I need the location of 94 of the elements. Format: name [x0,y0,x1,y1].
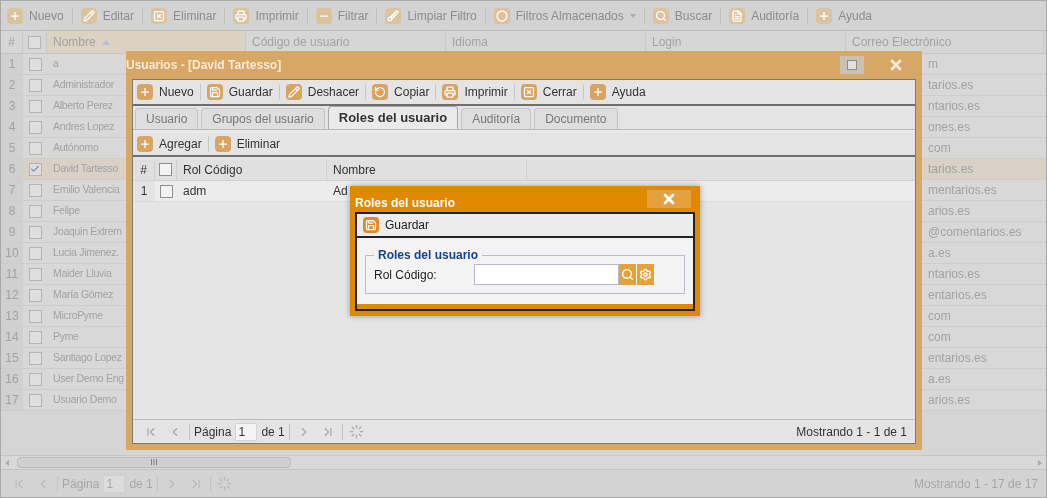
table-cell-text: adm [183,183,207,200]
column-header[interactable]: # [1,31,23,53]
close-icon [661,191,677,207]
toolbar-button[interactable]: Imprimir [231,4,301,27]
floppy-icon [206,84,223,100]
search-button[interactable] [619,264,636,285]
toolbar-button[interactable]: Deshacer [285,81,360,103]
tab[interactable]: Roles del usuario [327,106,459,129]
scroll-right-icon [1038,459,1042,466]
toolbar-button[interactable]: Auditoría [727,4,802,27]
checkbox[interactable] [28,288,42,302]
toolbar-button[interactable]: Filtros Almacenados [491,4,638,27]
checkbox[interactable] [28,141,42,155]
checkbox[interactable] [28,162,42,176]
column-label: Nombre [53,34,96,51]
search-icon [652,7,669,24]
toolbar-button[interactable]: Guardar [363,215,430,235]
page-total: de 1 [261,423,285,441]
checkbox[interactable] [28,330,42,344]
toolbar-button[interactable]: Ayuda [589,81,646,103]
input-field[interactable] [474,264,619,285]
checkbox[interactable] [28,246,42,260]
toolbar-button[interactable]: Nuevo [5,4,66,27]
toolbar-button[interactable]: Eliminar [214,133,281,155]
toolbar-button[interactable]: Limpiar Filtro [383,4,479,27]
horizontal-scrollbar[interactable]: III [1,455,1046,469]
restore-button[interactable] [840,56,864,74]
checkbox[interactable] [28,204,42,218]
fieldset-legend: Roles del usuario [374,246,483,264]
toolbar-button[interactable]: Imprimir [442,81,508,103]
checkbox[interactable] [28,35,41,49]
plus-icon [7,7,23,24]
checkbox[interactable] [28,267,42,281]
checkbox[interactable] [28,351,42,365]
toolbar-button[interactable]: Agregar [137,133,202,155]
toolbar-button[interactable]: Cerrar [520,81,577,103]
gear-button[interactable] [637,264,654,285]
toolbar-button[interactable]: Buscar [650,4,715,27]
pencil-icon [285,84,302,100]
close-icon [888,57,904,73]
checkbox[interactable] [28,372,42,386]
tab[interactable]: Auditoría [461,108,532,129]
row-number: 1 [140,183,148,200]
toolbar-button[interactable]: Editar [78,4,137,27]
checkbox[interactable] [28,57,42,71]
table-cell-text: Ad [333,183,348,200]
refresh-icon [217,476,233,491]
search-icon [621,268,634,281]
toolbar-button[interactable]: Guardar [206,81,273,103]
printer-icon [233,7,250,24]
field-label: Rol Código: [374,266,438,284]
toolbar-button[interactable]: Filtrar [313,4,371,27]
checkbox[interactable] [28,393,42,407]
toolbar-button[interactable]: Ayuda [814,4,874,27]
plus-icon [214,136,231,152]
paging-summary: Mostrando 1 - 1 de 1 [796,423,907,441]
checkbox[interactable] [28,99,42,113]
tab[interactable]: Usuario [135,108,199,129]
window-title: Usuarios - [David Tartesso] [126,57,282,74]
checkbox[interactable] [159,163,172,176]
x-icon [151,7,168,24]
floppy-icon [363,217,379,233]
document-icon [729,7,746,24]
close-button[interactable] [647,190,691,208]
checkbox[interactable] [28,225,42,239]
brush-icon [385,7,402,24]
scroll-thumb[interactable]: III [17,457,291,468]
pencil-icon [80,7,97,24]
refresh-icon [349,424,365,439]
column-label: # [8,34,15,51]
circle-icon [493,7,510,24]
column-header[interactable]: # [133,159,155,180]
plus-icon [137,136,153,152]
checkbox[interactable] [28,120,42,134]
page-label: Página [194,423,232,441]
checkbox[interactable] [28,309,42,323]
page-field[interactable]: 1 [235,422,258,441]
gear-icon [639,268,652,281]
printer-icon [442,84,459,100]
x-icon [520,84,537,100]
checkbox[interactable] [28,78,42,92]
restore-icon [847,60,857,70]
plus-icon [137,84,153,100]
column-header[interactable]: Rol Código [177,159,327,180]
column-header[interactable]: Nombre [327,159,527,180]
tab[interactable]: Grupos del usuario [201,108,325,129]
toolbar-button[interactable]: Eliminar [149,4,219,27]
circular-arrow-icon [372,84,389,100]
toolbar-button[interactable]: Copiar [372,81,430,103]
checkbox[interactable] [159,184,173,198]
toolbar-button[interactable]: Nuevo [137,81,194,103]
scroll-left-icon [5,459,9,466]
checkbox[interactable] [28,183,42,197]
tab[interactable]: Documento [534,108,618,129]
